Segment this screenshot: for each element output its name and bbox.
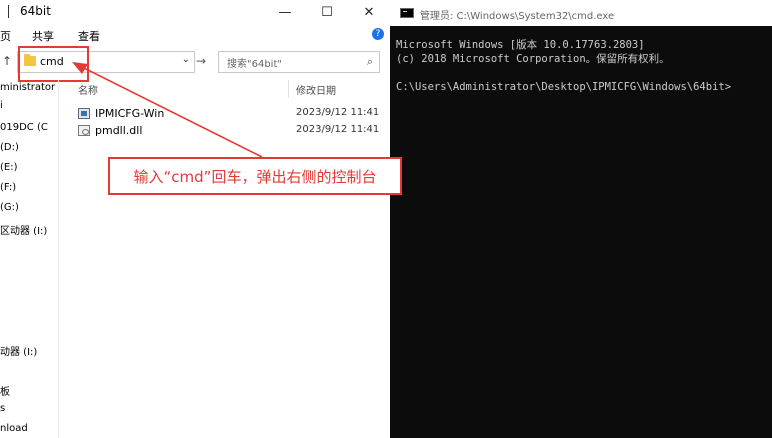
minimize-button[interactable]: —	[264, 0, 306, 24]
column-headers: 名称 修改日期	[60, 80, 390, 98]
nav-item[interactable]: (F:)	[0, 182, 16, 193]
annotation-text: 输入“cmd”回车，弹出右侧的控制台	[133, 167, 377, 186]
help-icon[interactable]: ?	[372, 28, 384, 40]
cmd-icon	[400, 8, 414, 18]
dll-icon	[78, 125, 90, 136]
nav-item[interactable]: 区动器 (I:)	[0, 222, 47, 237]
column-header-date[interactable]: 修改日期	[296, 82, 336, 97]
console-line: (c) 2018 Microsoft Corporation。保留所有权利。	[396, 53, 670, 65]
address-highlight-box	[18, 46, 89, 82]
column-header-name[interactable]: 名称	[78, 82, 98, 97]
column-divider[interactable]	[288, 80, 289, 98]
nav-item[interactable]: (G:)	[0, 202, 19, 213]
cmd-window-title: 管理员: C:\Windows\System32\cmd.exe	[420, 11, 615, 22]
nav-item[interactable]: 板	[0, 383, 10, 398]
tab-view[interactable]: 查看	[78, 28, 100, 44]
file-row[interactable]: IPMICFG-Win 2023/9/12 11:41	[60, 106, 390, 122]
tab-page[interactable]: 页	[0, 28, 11, 44]
nav-item[interactable]: i	[0, 100, 3, 111]
annotation-callout: 输入“cmd”回车，弹出右侧的控制台	[108, 157, 402, 195]
nav-item[interactable]: 动器 (I:)	[0, 343, 37, 358]
title-separator	[8, 5, 9, 18]
ribbon-tabs: 页 共享 查看 ?	[0, 24, 390, 46]
maximize-button[interactable]: ☐	[306, 0, 348, 24]
file-name: pmdll.dll	[95, 124, 143, 137]
window-title: 64bit	[20, 4, 51, 18]
search-box[interactable]: 搜索"64bit" ⌕	[218, 51, 380, 73]
console-prompt: C:\Users\Administrator\Desktop\IPMICFG\W…	[396, 81, 732, 93]
nav-item[interactable]: nload	[0, 423, 28, 434]
file-date: 2023/9/12 11:41	[296, 107, 380, 118]
console-output[interactable]: Microsoft Windows [版本 10.0.17763.2803] (c…	[396, 38, 731, 94]
cmd-window[interactable]: 管理员: C:\Windows\System32\cmd.exe Microso…	[390, 0, 772, 438]
close-button[interactable]: ✕	[348, 0, 390, 24]
file-name: IPMICFG-Win	[95, 107, 165, 120]
nav-item[interactable]: s	[0, 403, 5, 414]
nav-item[interactable]: 019DC (C	[0, 122, 48, 133]
cmd-title-bar: 管理员: C:\Windows\System32\cmd.exe	[390, 0, 772, 26]
chevron-down-icon[interactable]: ⌄	[182, 54, 190, 65]
explorer-title-bar: 64bit — ☐ ✕	[0, 0, 390, 24]
nav-item[interactable]: ministrator	[0, 82, 55, 93]
tab-share[interactable]: 共享	[32, 28, 54, 44]
search-input[interactable]: 搜索"64bit"	[227, 55, 282, 70]
console-line: Microsoft Windows [版本 10.0.17763.2803]	[396, 39, 645, 51]
exe-icon	[78, 108, 90, 119]
file-explorer-window: 64bit — ☐ ✕ 页 共享 查看 ? ↑ cmd ⌄ → 搜索"64bit…	[0, 0, 391, 438]
file-row[interactable]: pmdll.dll 2023/9/12 11:41	[60, 123, 390, 139]
navigation-pane: ministrator i 019DC (C (D:) (E:) (F:) (G…	[0, 80, 59, 438]
search-icon: ⌕	[366, 55, 373, 68]
file-date: 2023/9/12 11:41	[296, 124, 380, 135]
up-arrow-icon[interactable]: ↑	[2, 54, 12, 68]
nav-item[interactable]: (D:)	[0, 142, 19, 153]
nav-item[interactable]: (E:)	[0, 162, 18, 173]
go-arrow-icon[interactable]: →	[196, 54, 206, 68]
